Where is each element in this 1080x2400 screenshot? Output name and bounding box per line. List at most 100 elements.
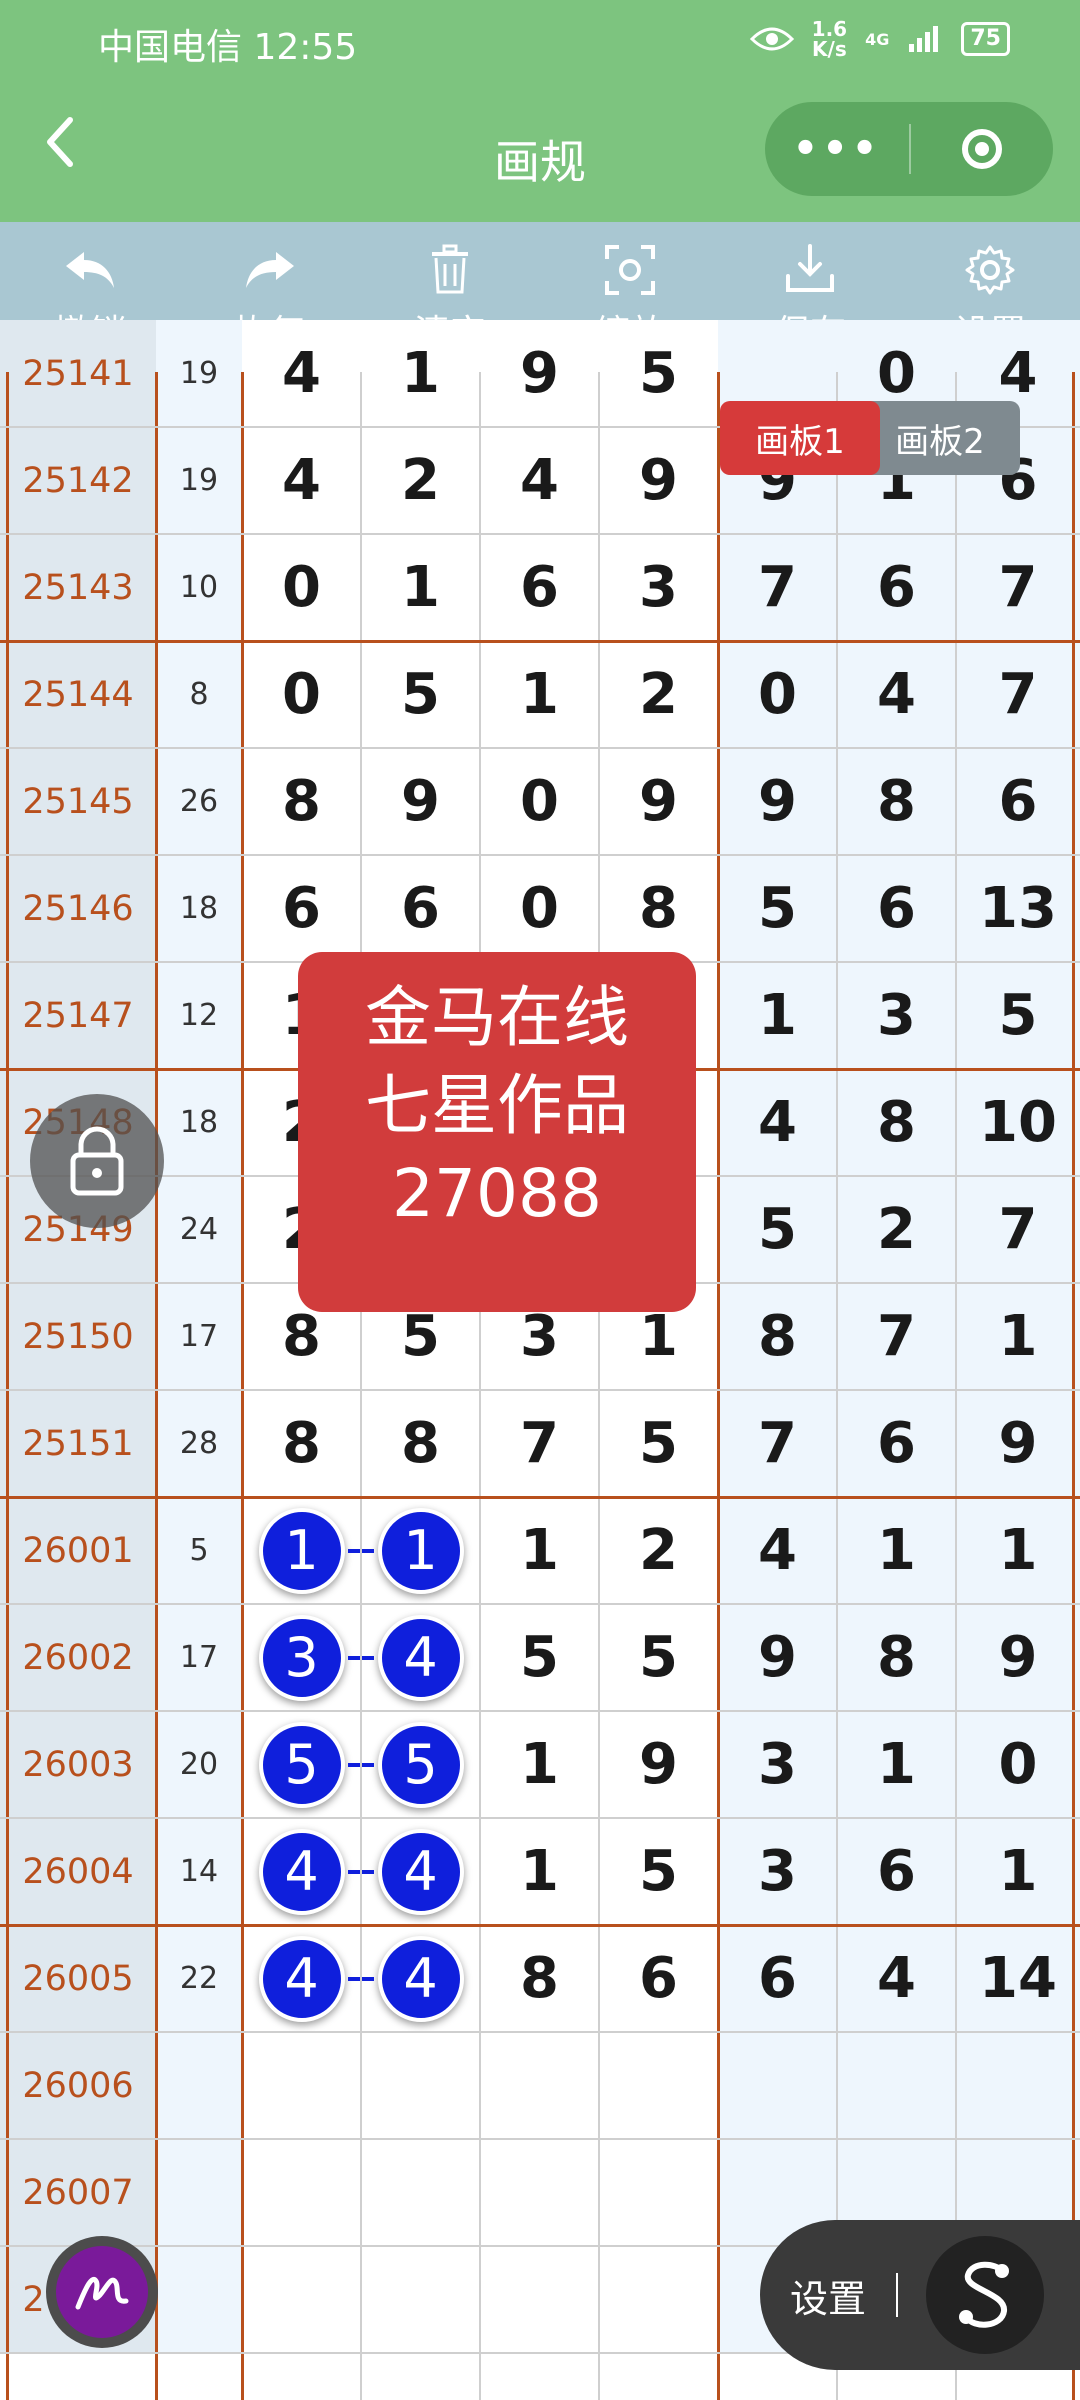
digit-cell[interactable]: 8 [242, 748, 361, 855]
digit-cell[interactable]: 10 [956, 1069, 1080, 1176]
digit-cell[interactable] [242, 2139, 361, 2246]
digit-cell[interactable]: 1 [718, 962, 837, 1069]
digit-cell[interactable]: 4 [718, 1069, 837, 1176]
digit-cell[interactable]: 5 [599, 1604, 718, 1711]
digit-cell[interactable]: 8 [599, 855, 718, 962]
digit-cell[interactable] [361, 2246, 480, 2353]
digit-cell[interactable]: 1 [956, 1497, 1080, 1604]
digit-cell[interactable] [837, 2032, 956, 2139]
digit-cell[interactable]: 2 [599, 1497, 718, 1604]
pen-button[interactable] [46, 2236, 158, 2348]
digit-cell[interactable]: 1 [956, 1283, 1080, 1390]
close-button[interactable] [911, 129, 1053, 169]
digit-cell[interactable] [599, 2246, 718, 2353]
digit-cell[interactable]: 5 [361, 1711, 480, 1818]
digit-cell[interactable]: 6 [599, 1925, 718, 2032]
digit-cell[interactable]: 3 [718, 1711, 837, 1818]
settings-label[interactable]: 设置 [790, 2268, 866, 2323]
digit-cell[interactable]: 1 [480, 1497, 599, 1604]
digit-cell[interactable]: 9 [599, 1711, 718, 1818]
digit-cell[interactable]: 4 [242, 427, 361, 534]
digit-cell[interactable]: 9 [480, 320, 599, 427]
digit-cell[interactable]: 2 [599, 641, 718, 748]
digit-cell[interactable]: 1 [837, 1497, 956, 1604]
digit-cell[interactable]: 4 [718, 1497, 837, 1604]
digit-cell[interactable] [242, 2246, 361, 2353]
digit-cell[interactable]: 8 [718, 1283, 837, 1390]
digit-cell[interactable]: 1 [242, 1497, 361, 1604]
digit-cell[interactable]: 3 [242, 1604, 361, 1711]
digit-cell[interactable]: 9 [956, 1604, 1080, 1711]
digit-cell[interactable]: 0 [480, 748, 599, 855]
digit-cell[interactable]: 5 [718, 855, 837, 962]
marked-ball[interactable]: 5 [258, 1721, 345, 1808]
digit-cell[interactable]: 5 [361, 641, 480, 748]
digit-cell[interactable]: 0 [242, 534, 361, 641]
digit-cell[interactable] [599, 2139, 718, 2246]
digit-cell[interactable]: 8 [837, 1069, 956, 1176]
marked-ball[interactable]: 4 [377, 1614, 464, 1701]
digit-cell[interactable] [242, 2032, 361, 2139]
tab-board1[interactable]: 画板1 [720, 401, 880, 475]
digit-cell[interactable]: 1 [956, 1818, 1080, 1925]
digit-cell[interactable]: 8 [480, 1925, 599, 2032]
digit-cell[interactable]: 5 [956, 962, 1080, 1069]
digit-cell[interactable]: 0 [242, 641, 361, 748]
digit-cell[interactable]: 8 [361, 1390, 480, 1497]
digit-cell[interactable]: 4 [242, 1925, 361, 2032]
digit-cell[interactable]: 8 [837, 748, 956, 855]
digit-cell[interactable]: 6 [837, 1390, 956, 1497]
digit-cell[interactable] [361, 2139, 480, 2246]
digit-cell[interactable]: 5 [599, 1818, 718, 1925]
digit-cell[interactable]: 0 [480, 855, 599, 962]
digit-cell[interactable]: 7 [956, 1176, 1080, 1283]
digit-cell[interactable]: 5 [599, 1390, 718, 1497]
digit-cell[interactable]: 4 [361, 1604, 480, 1711]
digit-cell[interactable]: 9 [599, 427, 718, 534]
digit-cell[interactable]: 1 [480, 641, 599, 748]
digit-cell[interactable]: 9 [956, 1390, 1080, 1497]
digit-cell[interactable]: 7 [837, 1283, 956, 1390]
digit-cell[interactable]: 1 [480, 1711, 599, 1818]
digit-cell[interactable]: 9 [361, 748, 480, 855]
digit-cell[interactable] [718, 2032, 837, 2139]
lock-button[interactable] [30, 1094, 164, 1228]
digit-cell[interactable]: 9 [718, 1604, 837, 1711]
digit-cell[interactable]: 4 [361, 1925, 480, 2032]
digit-cell[interactable]: 5 [599, 320, 718, 427]
digit-cell[interactable]: 7 [480, 1390, 599, 1497]
digit-cell[interactable] [480, 2139, 599, 2246]
marked-ball[interactable]: 4 [377, 1935, 464, 2022]
digit-cell[interactable] [361, 2032, 480, 2139]
digit-cell[interactable] [480, 2032, 599, 2139]
digit-cell[interactable]: 9 [599, 748, 718, 855]
digit-cell[interactable]: 1 [361, 1497, 480, 1604]
digit-cell[interactable]: 1 [361, 534, 480, 641]
digit-cell[interactable]: 3 [837, 962, 956, 1069]
digit-cell[interactable]: 6 [956, 748, 1080, 855]
digit-cell[interactable]: 9 [718, 748, 837, 855]
digit-cell[interactable]: 6 [837, 534, 956, 641]
digit-cell[interactable]: 5 [480, 1604, 599, 1711]
digit-cell[interactable]: 5 [242, 1711, 361, 1818]
digit-cell[interactable]: 7 [718, 534, 837, 641]
marked-ball[interactable]: 5 [377, 1721, 464, 1808]
digit-cell[interactable]: 7 [956, 534, 1080, 641]
digit-cell[interactable]: 7 [718, 1390, 837, 1497]
digit-cell[interactable]: 4 [242, 1818, 361, 1925]
digit-cell[interactable]: 1 [361, 320, 480, 427]
digit-cell[interactable]: 2 [837, 1176, 956, 1283]
marked-ball[interactable]: 4 [258, 1828, 345, 1915]
digit-cell[interactable]: 13 [956, 855, 1080, 962]
more-button[interactable]: ••• [765, 126, 909, 172]
digit-cell[interactable]: 6 [242, 855, 361, 962]
digit-cell[interactable]: 7 [956, 641, 1080, 748]
marked-ball[interactable]: 4 [258, 1935, 345, 2022]
digit-cell[interactable]: 4 [242, 320, 361, 427]
digit-cell[interactable]: 14 [956, 1925, 1080, 2032]
digit-cell[interactable] [480, 2246, 599, 2353]
digit-cell[interactable]: 6 [837, 1818, 956, 1925]
digit-cell[interactable] [956, 2032, 1080, 2139]
digit-cell[interactable] [599, 2032, 718, 2139]
digit-cell[interactable]: 4 [837, 1925, 956, 2032]
